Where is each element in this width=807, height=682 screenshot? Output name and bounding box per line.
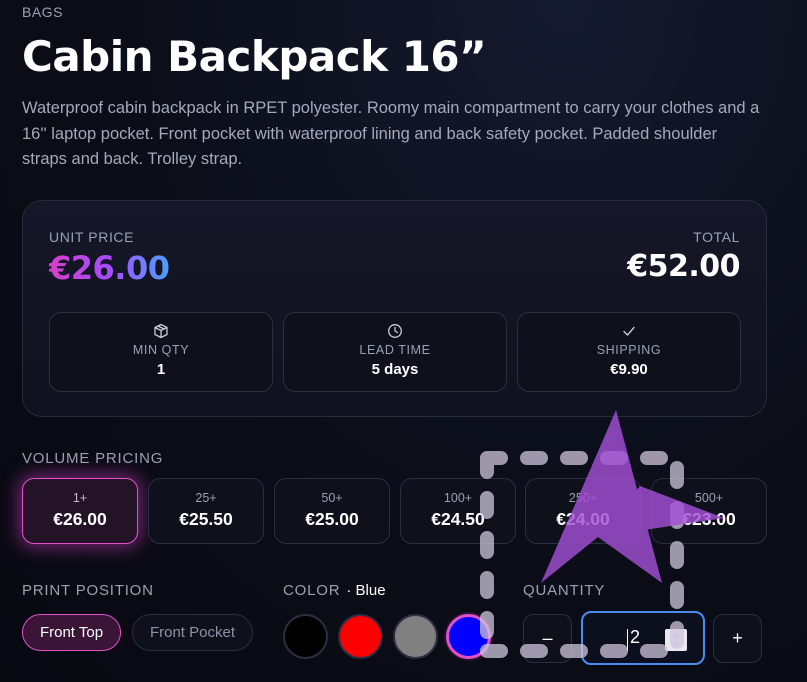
tier-500[interactable]: 500+ €23.00: [651, 478, 767, 544]
category-label: BAGS: [22, 4, 63, 20]
unit-price-label: UNIT PRICE: [49, 229, 135, 245]
product-description: Waterproof cabin backpack in RPET polyes…: [22, 99, 760, 168]
tier-price: €23.00: [682, 509, 736, 529]
clock-icon: [388, 324, 402, 338]
text-caret: [627, 629, 628, 651]
print-option-front-top[interactable]: Front Top: [22, 614, 121, 651]
tier-qty: 25+: [195, 491, 217, 505]
tier-price: €24.50: [431, 509, 485, 529]
total-label: TOTAL: [693, 229, 740, 245]
total-price-value: €52.00: [627, 249, 740, 284]
tier-1[interactable]: 1+ €26.00: [22, 478, 138, 544]
tier-qty: 250+: [568, 491, 598, 505]
price-card: UNIT PRICE TOTAL €26.00 €52.00 MIN QTY 1…: [22, 200, 767, 417]
print-option-front-pocket[interactable]: Front Pocket: [132, 614, 253, 651]
quantity-decrement-button[interactable]: –: [523, 614, 572, 663]
stat-lead-time: LEAD TIME 5 days: [283, 312, 507, 392]
tier-250[interactable]: 250+ €24.00: [525, 478, 641, 544]
tier-qty: 50+: [321, 491, 343, 505]
swatch-black[interactable]: [283, 614, 328, 659]
unit-price-value: €26.00: [49, 249, 170, 287]
product-title: Cabin Backpack 16”: [22, 32, 487, 81]
stat-value: €9.90: [610, 361, 648, 378]
tier-25[interactable]: 25+ €25.50: [148, 478, 264, 544]
tier-price: €25.00: [305, 509, 359, 529]
check-icon: [623, 326, 635, 336]
tier-50[interactable]: 50+ €25.00: [274, 478, 390, 544]
stat-min-qty: MIN QTY 1: [49, 312, 273, 392]
stat-value: 5 days: [371, 361, 419, 378]
color-selected-dot: ·: [346, 582, 352, 599]
color-label-text: COLOR: [283, 582, 341, 599]
swatch-grey[interactable]: [393, 614, 438, 659]
stat-label: LEAD TIME: [359, 343, 431, 357]
stat-label: MIN QTY: [132, 343, 190, 357]
color-selected-name: Blue: [355, 582, 386, 599]
color-label: COLOR · Blue: [283, 582, 386, 599]
quantity-value: 2: [630, 627, 641, 647]
quantity-label: QUANTITY: [523, 582, 606, 599]
spinner-arrows-icon[interactable]: [665, 629, 687, 651]
stat-value: 1: [156, 361, 166, 378]
stat-label: SHIPPING: [596, 343, 662, 357]
tier-price: €26.00: [53, 509, 107, 529]
quantity-input[interactable]: 2: [581, 611, 705, 665]
tier-100[interactable]: 100+ €24.50: [400, 478, 516, 544]
swatch-red[interactable]: [338, 614, 383, 659]
tier-qty: 500+: [694, 491, 724, 505]
swatch-blue[interactable]: [446, 614, 491, 659]
tier-price: €25.50: [179, 509, 233, 529]
tier-qty: 100+: [443, 491, 473, 505]
quantity-increment-button[interactable]: +: [713, 614, 762, 663]
box-icon: [154, 323, 168, 339]
print-position-label: PRINT POSITION: [22, 582, 154, 599]
tier-qty: 1+: [72, 491, 88, 505]
stat-shipping: SHIPPING €9.90: [517, 312, 741, 392]
volume-pricing-label: VOLUME PRICING: [22, 450, 164, 467]
tier-price: €24.00: [556, 509, 610, 529]
